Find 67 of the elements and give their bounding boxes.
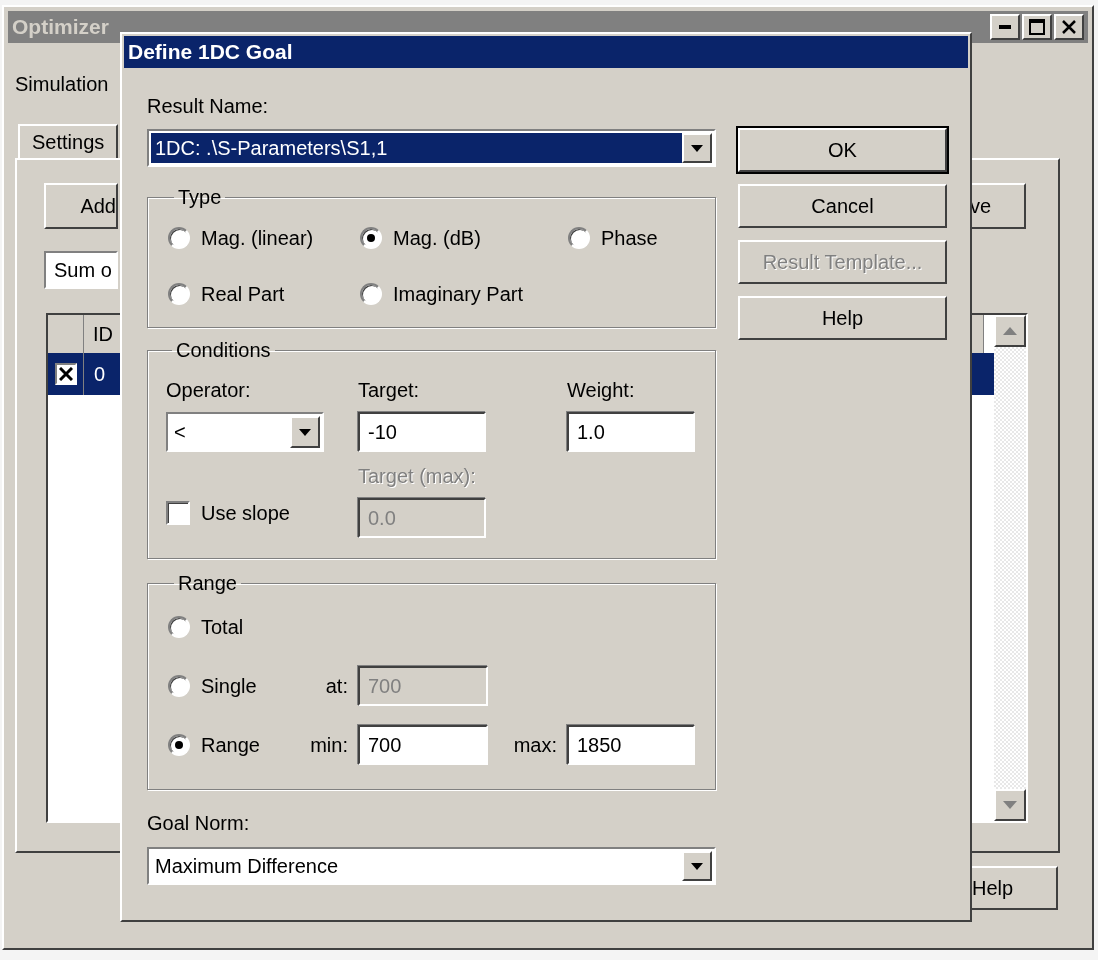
- add-button[interactable]: Add: [44, 183, 118, 229]
- radio-button[interactable]: [360, 227, 382, 249]
- dialog-button[interactable]: Help: [738, 296, 947, 340]
- dropdown-arrow-button[interactable]: [290, 416, 320, 448]
- dropdown-arrow-button[interactable]: [682, 133, 712, 163]
- caret-icon: [691, 144, 703, 152]
- tab[interactable]: Settings: [18, 124, 118, 158]
- radio-button[interactable]: [168, 734, 190, 756]
- close-icon: [1062, 20, 1076, 34]
- checkbox[interactable]: [166, 501, 190, 525]
- group-title: Range: [177, 573, 238, 593]
- close-button[interactable]: [1054, 14, 1084, 40]
- radio-button[interactable]: [360, 283, 382, 305]
- down-arrow-icon: [1003, 801, 1017, 809]
- weight-label: Weight:: [567, 378, 636, 402]
- target-label: Target:: [358, 378, 421, 402]
- range-field[interactable]: 1850: [567, 725, 695, 765]
- field-label: at:: [324, 674, 349, 698]
- scroll-up-button[interactable]: [994, 315, 1026, 347]
- checkbox-label: Use slope: [201, 501, 290, 525]
- group-title: Type: [177, 187, 223, 207]
- maximize-icon: [1029, 19, 1045, 35]
- minimize-button[interactable]: [990, 14, 1020, 40]
- radio-button[interactable]: [168, 616, 190, 638]
- radio-label: Range: [201, 733, 260, 757]
- radio-button[interactable]: [168, 227, 190, 249]
- maximize-button[interactable]: [1022, 14, 1052, 40]
- result-name-label: Result Name:: [147, 94, 270, 118]
- result-name-dropdown[interactable]: 1DC: .\S-Parameters\S1,1: [147, 129, 716, 167]
- field-label: max:: [512, 733, 558, 757]
- goal-norm-dropdown[interactable]: Maximum Difference: [147, 847, 716, 885]
- window-title: Optimizer: [12, 15, 110, 39]
- group-title: Conditions: [175, 340, 272, 360]
- operator-dropdown[interactable]: <: [166, 412, 324, 452]
- target-max-label: Target (max):: [358, 464, 477, 488]
- check-x-icon: [58, 367, 73, 381]
- radio-label: Mag. (linear): [201, 226, 314, 250]
- weight-field[interactable]: 1.0: [567, 412, 695, 452]
- range-field[interactable]: 700: [358, 725, 488, 765]
- radio-label: Mag. (dB): [393, 226, 481, 250]
- checkbox[interactable]: [54, 363, 77, 385]
- radio-label: Real Part: [201, 282, 285, 306]
- minimize-icon: [999, 25, 1011, 29]
- dialog-button[interactable]: OK: [738, 128, 947, 172]
- radio-button[interactable]: [568, 227, 590, 249]
- simulation-label: Simulation: [15, 72, 109, 96]
- radio-label: Single: [201, 674, 257, 698]
- goal-type-select[interactable]: Sum o: [44, 251, 118, 289]
- dropdown-arrow-button[interactable]: [682, 851, 712, 881]
- dialog-button[interactable]: Cancel: [738, 184, 947, 228]
- help-button[interactable]: Help: [970, 866, 1058, 910]
- radio-label: Total: [201, 615, 244, 639]
- radio-button[interactable]: [168, 675, 190, 697]
- caret-icon: [691, 862, 703, 870]
- table-cell-text: 0: [93, 361, 106, 387]
- caret-icon: [299, 428, 311, 436]
- goal-norm-label: Goal Norm:: [147, 811, 251, 835]
- up-arrow-icon: [1003, 327, 1017, 335]
- target-field[interactable]: -10: [358, 412, 486, 452]
- field-label: min:: [309, 733, 349, 757]
- scroll-down-button[interactable]: [994, 789, 1026, 821]
- radio-label: Imaginary Part: [393, 282, 524, 306]
- radio-label: Phase: [601, 226, 658, 250]
- operator-label: Operator:: [166, 378, 252, 402]
- radio-button[interactable]: [168, 283, 190, 305]
- dialog-title: Define 1DC Goal: [128, 40, 294, 64]
- scrollbar[interactable]: [994, 315, 1026, 821]
